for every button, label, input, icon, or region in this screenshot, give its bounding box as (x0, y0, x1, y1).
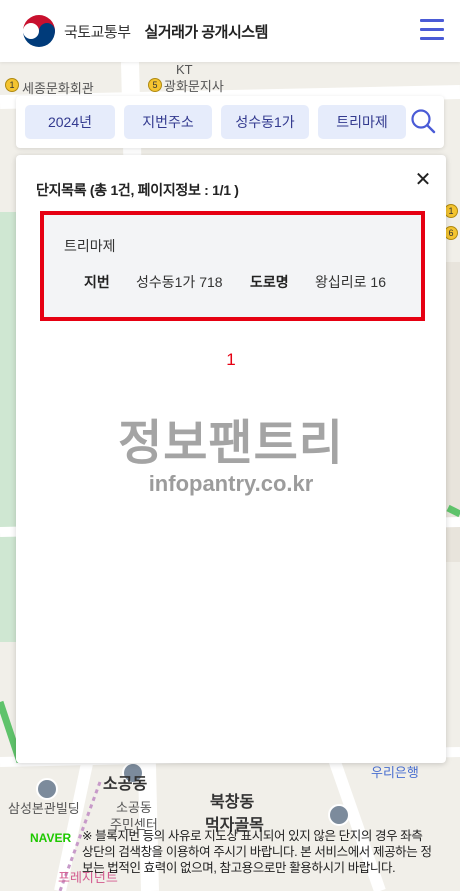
map-label-kt: KT (176, 62, 193, 77)
watermark: 정보팬트리 infopantry.co.kr (16, 403, 446, 497)
map-notice: ※ 블록지번 등의 사유로 지도상 표시되어 있지 않은 단지의 경우 좌측 상… (82, 829, 432, 875)
complex-name: 트리마제 (64, 238, 116, 254)
poi-marker (36, 778, 58, 800)
map-label-sejong: 세종문화회관 (22, 81, 94, 96)
road-value: 왕십리로 16 (315, 274, 386, 290)
map-label-sogong: 소공동 (103, 776, 148, 793)
complex-list-panel: 단지목록 (총 1건, 페이지정보 : 1/1 ) ✕ 트리마제 지번 성수동1… (16, 155, 446, 763)
filter-complex[interactable]: 트리마제 (318, 105, 406, 139)
map-label-bukchang: 북창동 (210, 794, 255, 811)
jibun-value: 성수동1가 718 (136, 274, 223, 290)
search-filter-bar: 2024년 지번주소 성수동1가 트리마제 (16, 96, 444, 148)
naver-logo: NAVER (30, 831, 72, 845)
filter-dong[interactable]: 성수동1가 (221, 105, 309, 139)
poi-marker (328, 804, 350, 826)
search-icon[interactable] (410, 108, 436, 134)
subway-marker: 5 (148, 78, 162, 92)
filter-year[interactable]: 2024년 (25, 105, 115, 139)
subway-marker: 1 (444, 204, 458, 218)
road-label: 도로명 (250, 274, 289, 290)
government-emblem-icon (22, 14, 56, 48)
jibun-label: 지번 (84, 274, 110, 290)
pagination-page-1[interactable]: 1 (16, 350, 446, 370)
panel-title: 단지목록 (총 1건, 페이지정보 : 1/1 ) (36, 182, 239, 198)
map-label-gwanghwamun: 광화문지사 (164, 79, 224, 94)
close-icon[interactable]: ✕ (414, 170, 432, 190)
subway-marker: 6 (444, 226, 458, 240)
map-label-woori: 우리은행 (371, 765, 419, 780)
system-title: 실거래가 공개시스템 (144, 23, 269, 41)
map-label-samsung: 삼성본관빌딩 (8, 801, 80, 816)
watermark-title: 정보팬트리 (118, 417, 344, 470)
subway-marker: 1 (5, 78, 19, 92)
watermark-url: infopantry.co.kr (148, 471, 314, 496)
app-header: 국토교통부 실거래가 공개시스템 (0, 0, 460, 62)
ministry-name: 국토교통부 (64, 23, 131, 41)
filter-address-type[interactable]: 지번주소 (124, 105, 212, 139)
hamburger-menu-icon[interactable] (420, 19, 444, 41)
complex-result-item[interactable]: 트리마제 지번 성수동1가 718 도로명 왕십리로 16 (40, 211, 425, 321)
